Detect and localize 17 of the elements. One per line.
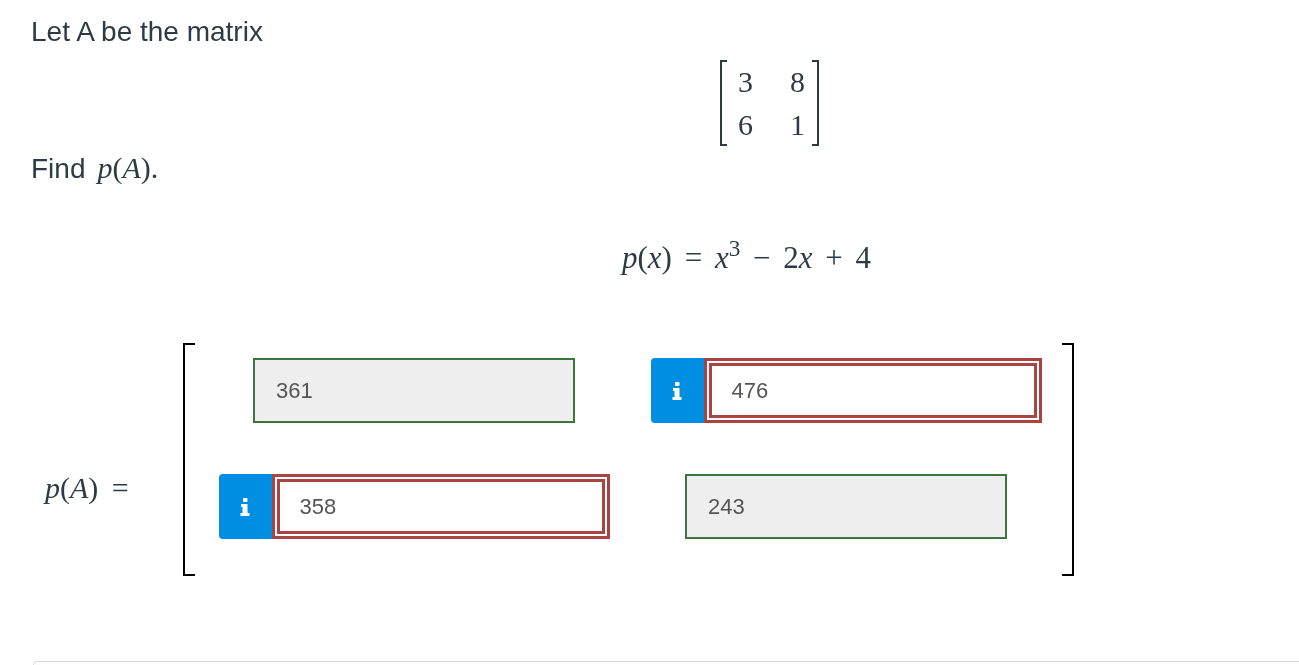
matrix-entry: 6 [738,107,753,143]
info-icon [240,497,250,516]
info-button[interactable] [650,358,704,423]
math-expression: p(A). [97,150,159,186]
matrix-entry: 1 [790,107,805,143]
info-button[interactable] [218,474,272,539]
answer-label: p(A) = [45,471,129,504]
question-text: Let A be the matrix [31,15,263,49]
answer-field[interactable]: 361 [253,358,575,423]
matrix-entry: 3 [738,64,753,100]
answer-field[interactable]: 358 [271,474,610,539]
answer-field[interactable]: 476 [703,358,1042,423]
answer-field[interactable]: 243 [685,474,1007,539]
polynomial-equation: p(x) = x$^{3}$ − 2x + 4 [622,238,872,277]
prompt-text: Find [31,152,86,186]
matrix-entry: 8 [790,64,805,100]
info-icon [672,381,682,400]
